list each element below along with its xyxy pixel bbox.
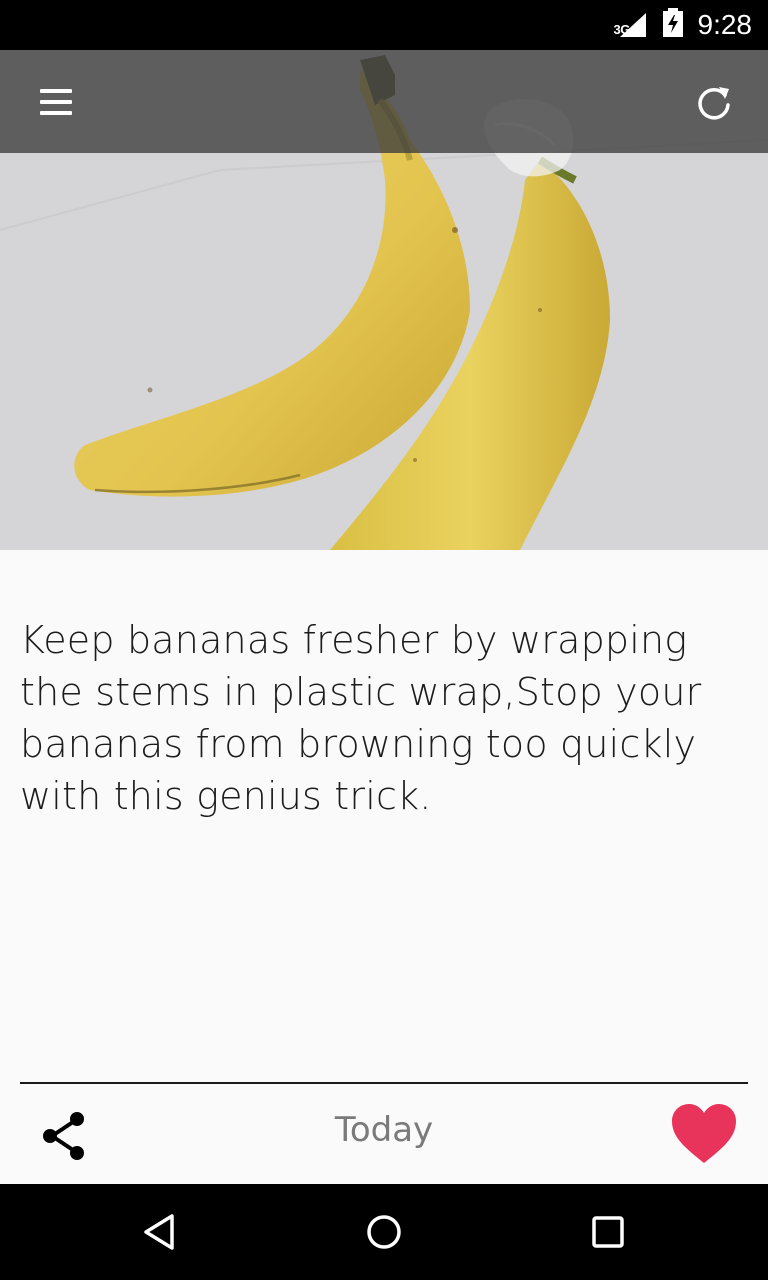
heart-icon — [672, 1104, 736, 1163]
signal-icon: 3G — [614, 11, 648, 39]
menu-icon — [40, 89, 72, 115]
date-label: Today — [334, 1110, 434, 1150]
recents-icon — [592, 1216, 624, 1248]
top-app-bar — [0, 50, 768, 153]
recents-button[interactable] — [578, 1202, 638, 1262]
battery-icon — [662, 7, 684, 43]
system-nav-bar — [0, 1184, 768, 1280]
status-icons: 3G 9:28 — [614, 0, 753, 50]
back-button[interactable] — [130, 1202, 190, 1262]
home-button[interactable] — [354, 1202, 414, 1262]
status-time: 9:28 — [697, 9, 753, 40]
home-icon — [367, 1215, 401, 1249]
refresh-icon — [698, 87, 730, 120]
app-screen: 3G 9:28 Keep bananas fresher by wrapping… — [0, 0, 768, 1280]
menu-button[interactable] — [26, 72, 86, 132]
footer-bar: Today — [0, 1084, 768, 1184]
back-icon — [144, 1214, 174, 1250]
favorite-button[interactable] — [668, 1098, 740, 1170]
refresh-button[interactable] — [684, 72, 744, 132]
status-bar: 3G 9:28 — [0, 0, 768, 50]
tip-text: Keep bananas fresher by wrapping the ste… — [20, 618, 702, 818]
